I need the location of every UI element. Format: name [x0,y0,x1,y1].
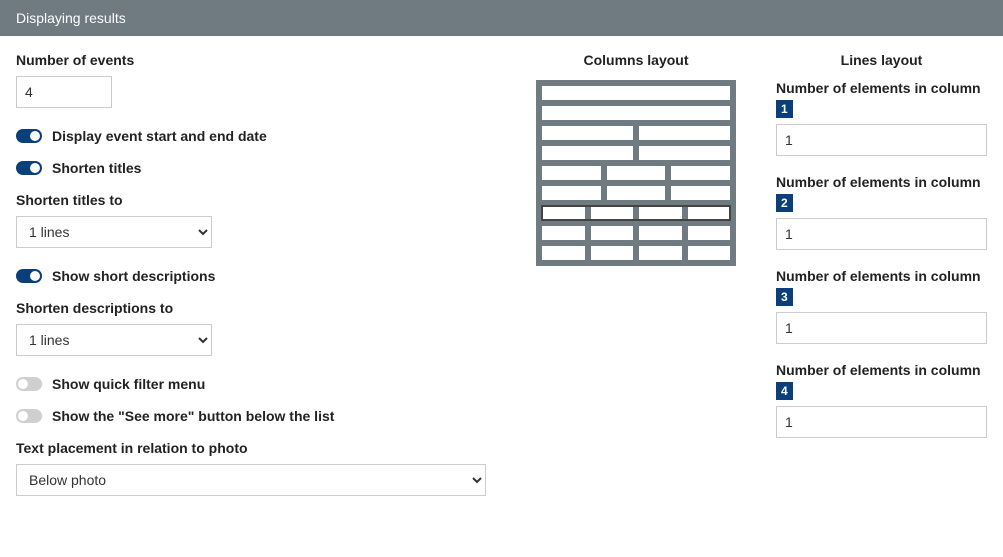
layout-cell [671,166,730,180]
columns-layout-option-8[interactable] [542,226,730,240]
layout-cell [591,206,634,220]
settings-column: Number of events Display event start and… [16,52,496,516]
line-column-group-3: Number of elements in column 3 [776,268,987,344]
text-placement-group: Text placement in relation to photo Belo… [16,440,496,496]
layout-cell [542,86,730,100]
layout-cell [542,186,601,200]
layout-cell [639,126,730,140]
layout-cell [639,146,730,160]
shorten-titles-to-label: Shorten titles to [16,192,496,208]
lines-layout-heading: Lines layout [776,52,987,68]
line-column-group-4: Number of elements in column 4 [776,362,987,438]
columns-layout-panel: Columns layout [536,52,736,516]
columns-layout-option-9[interactable] [542,246,730,260]
shorten-titles-to-group: Shorten titles to 1 lines [16,192,496,248]
shorten-titles-to-select[interactable]: 1 lines [16,216,212,248]
toggle-see-more-label: Show the "See more" button below the lis… [52,408,334,424]
layout-cell [542,246,585,260]
text-placement-label: Text placement in relation to photo [16,440,496,456]
section-title: Displaying results [16,10,126,26]
layout-cell [688,226,731,240]
layout-cell [607,186,666,200]
toggle-see-more[interactable] [16,409,42,423]
line-column-badge: 1 [776,100,793,118]
columns-layout-grid [536,80,736,266]
line-column-label: Number of elements in column [776,362,987,378]
toggle-quick-filter-row: Show quick filter menu [16,376,496,392]
columns-layout-option-3[interactable] [542,126,730,140]
columns-layout-option-2[interactable] [542,106,730,120]
layout-cell [542,206,585,220]
line-column-input-3[interactable] [776,312,987,344]
line-column-badge: 2 [776,194,793,212]
layout-cell [639,206,682,220]
line-column-label: Number of elements in column [776,174,987,190]
layout-cell [542,126,633,140]
toggle-display-dates-label: Display event start and end date [52,128,267,144]
columns-layout-heading: Columns layout [536,52,736,68]
toggle-display-dates-row: Display event start and end date [16,128,496,144]
toggle-show-short-desc-row: Show short descriptions [16,268,496,284]
line-column-badge: 3 [776,288,793,306]
columns-layout-option-5[interactable] [542,166,730,180]
columns-layout-option-6[interactable] [542,186,730,200]
layout-cell [542,226,585,240]
toggle-shorten-titles-label: Shorten titles [52,160,141,176]
line-column-label: Number of elements in column [776,268,987,284]
line-column-input-1[interactable] [776,124,987,156]
shorten-desc-to-label: Shorten descriptions to [16,300,496,316]
number-of-events-group: Number of events [16,52,496,108]
layout-cell [591,246,634,260]
toggle-show-short-desc-label: Show short descriptions [52,268,215,284]
line-column-group-2: Number of elements in column 2 [776,174,987,250]
line-column-input-2[interactable] [776,218,987,250]
layout-cell [542,106,730,120]
toggle-see-more-row: Show the "See more" button below the lis… [16,408,496,424]
shorten-desc-to-group: Shorten descriptions to 1 lines [16,300,496,356]
toggle-quick-filter[interactable] [16,377,42,391]
line-column-badge: 4 [776,382,793,400]
toggle-shorten-titles-row: Shorten titles [16,160,496,176]
line-column-label: Number of elements in column [776,80,987,96]
layout-cell [688,246,731,260]
layout-cell [607,166,666,180]
layout-cell [542,166,601,180]
layout-cell [639,246,682,260]
content: Number of events Display event start and… [0,36,1003,532]
layout-cell [671,186,730,200]
toggle-shorten-titles[interactable] [16,161,42,175]
toggle-show-short-desc[interactable] [16,269,42,283]
number-of-events-input[interactable] [16,76,112,108]
layout-cell [591,226,634,240]
columns-layout-option-7[interactable] [542,206,730,220]
toggle-display-dates[interactable] [16,129,42,143]
line-column-input-4[interactable] [776,406,987,438]
shorten-desc-to-select[interactable]: 1 lines [16,324,212,356]
columns-layout-option-4[interactable] [542,146,730,160]
lines-layout-columns: Number of elements in column1Number of e… [776,80,987,438]
text-placement-select[interactable]: Below photo [16,464,486,496]
toggle-quick-filter-label: Show quick filter menu [52,376,205,392]
lines-layout-panel: Lines layout Number of elements in colum… [776,52,987,516]
columns-layout-option-1[interactable] [542,86,730,100]
line-column-group-1: Number of elements in column 1 [776,80,987,156]
layout-cell [542,146,633,160]
layout-cell [688,206,731,220]
number-of-events-label: Number of events [16,52,496,68]
layout-cell [639,226,682,240]
section-header: Displaying results [0,0,1003,36]
